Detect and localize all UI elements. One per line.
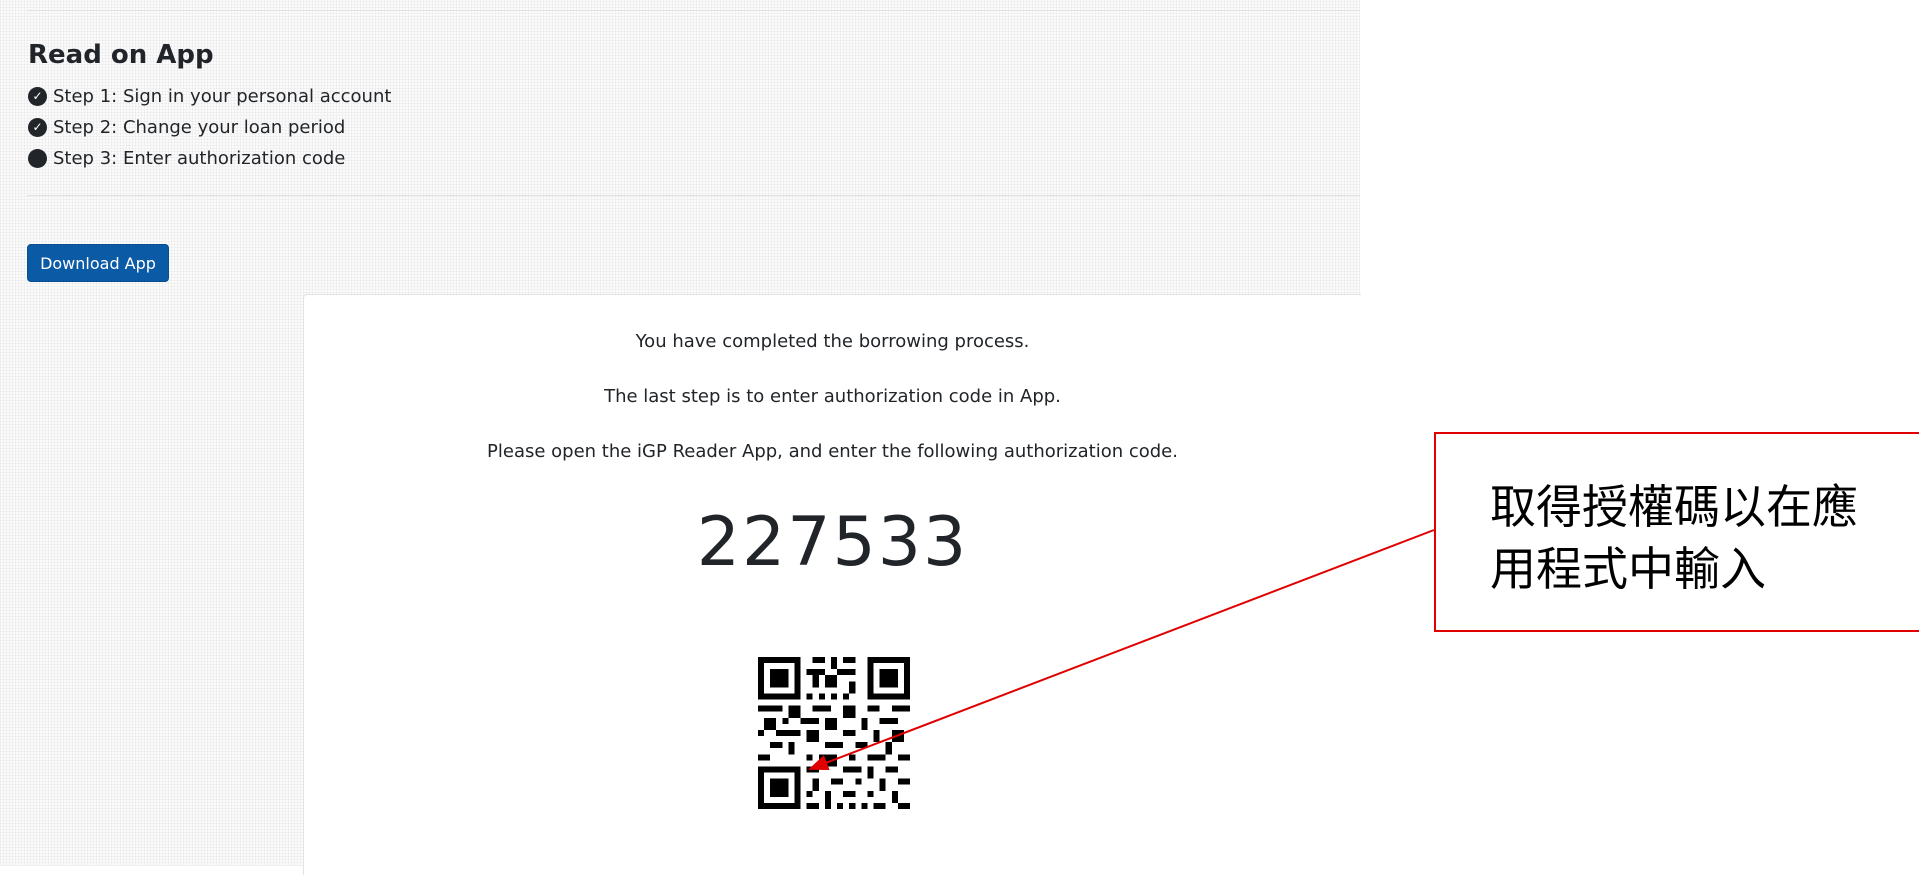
section-title: Read on App bbox=[28, 40, 214, 70]
annotation-callout: 取得授權碼以在應用程式中輸入 bbox=[1434, 432, 1919, 632]
download-app-button[interactable]: Download App bbox=[27, 244, 169, 282]
last-step-message: The last step is to enter authorization … bbox=[604, 386, 1061, 407]
steps-list: ✓ Step 1: Sign in your personal account … bbox=[28, 81, 391, 174]
check-circle-icon: ✓ bbox=[28, 87, 47, 106]
step-label: Step 2: Change your loan period bbox=[53, 117, 346, 138]
step-label: Step 1: Sign in your personal account bbox=[53, 86, 392, 107]
mid-divider bbox=[27, 195, 1360, 196]
annotation-text: 取得授權碼以在應用程式中輸入 bbox=[1490, 480, 1858, 596]
authorization-panel: You have completed the borrowing process… bbox=[303, 294, 1361, 875]
authorization-code: 227533 bbox=[696, 503, 969, 582]
top-divider bbox=[27, 10, 1360, 11]
step-label: Step 3: Enter authorization code bbox=[53, 148, 346, 169]
step-item: ✓ Step 2: Change your loan period bbox=[28, 112, 391, 143]
step-item: Step 3: Enter authorization code bbox=[28, 143, 391, 174]
check-circle-icon: ✓ bbox=[28, 118, 47, 137]
instruction-message: Please open the iGP Reader App, and ente… bbox=[487, 441, 1178, 462]
screenshot-area: Read on App ✓ Step 1: Sign in your perso… bbox=[0, 0, 1361, 875]
qr-code-icon bbox=[758, 657, 910, 809]
completion-message: You have completed the borrowing process… bbox=[635, 331, 1030, 352]
step-item: ✓ Step 1: Sign in your personal account bbox=[28, 81, 391, 112]
filled-circle-icon bbox=[28, 149, 47, 168]
